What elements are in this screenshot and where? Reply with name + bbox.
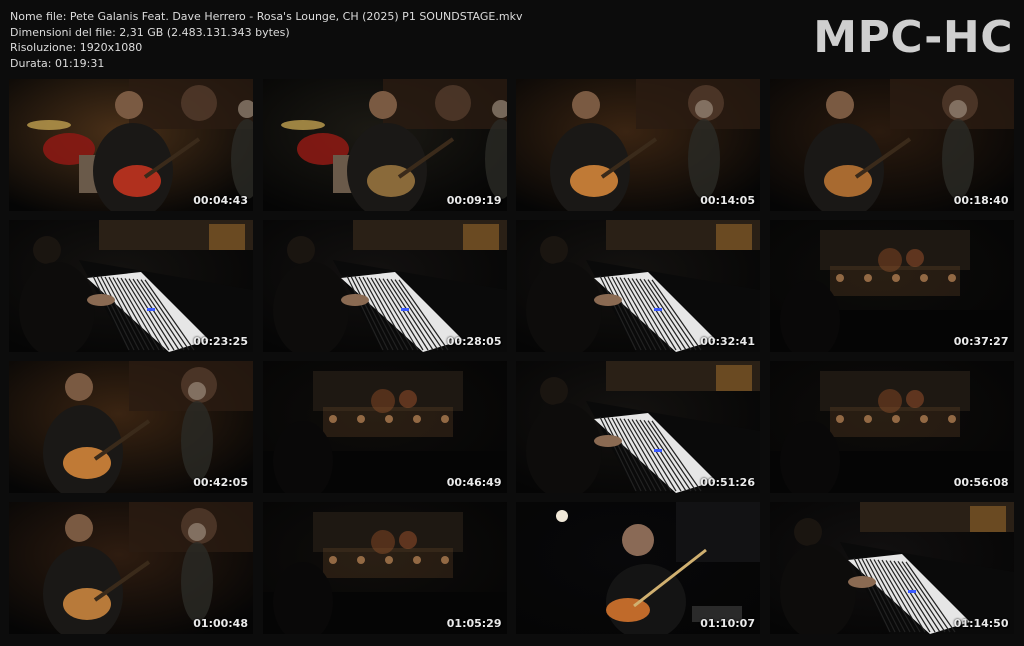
thumbnail-image: [516, 502, 760, 634]
thumbnail-timestamp: 01:10:07: [700, 617, 755, 630]
thumbnail-frame: 00:32:41: [516, 220, 760, 352]
thumbnail-frame: 00:23:25: [9, 220, 253, 352]
thumbnail-timestamp: 00:37:27: [953, 335, 1009, 348]
thumbnail-timestamp: 00:04:43: [193, 194, 248, 207]
thumbnail-frame: 00:51:26: [516, 361, 760, 493]
thumbnail-frame: 00:37:27: [769, 220, 1014, 352]
thumbnail-frame: 01:00:48: [9, 502, 253, 634]
thumbnail-timestamp: 00:18:40: [953, 194, 1009, 207]
thumbnail-frame: 01:14:50: [769, 502, 1014, 634]
thumbnail-frame: 00:04:43: [9, 79, 253, 211]
thumbnail-frame: 00:14:05: [516, 79, 760, 211]
thumbnail-timestamp: 01:14:50: [953, 617, 1009, 630]
thumbnail-image: [516, 79, 760, 211]
thumbnail-image: [262, 79, 507, 211]
thumbnail-frame: 01:05:29: [262, 502, 507, 634]
file-name-text: Nome file: Pete Galanis Feat. Dave Herre…: [10, 10, 523, 23]
thumbnail-image: [262, 220, 507, 352]
duration-text: Durata: 01:19:31: [10, 56, 105, 70]
thumbnail-timestamp: 00:51:26: [700, 476, 755, 489]
thumbnail-frame: 00:18:40: [769, 79, 1014, 211]
thumbnail-frame: 00:42:05: [9, 361, 253, 493]
thumbnail-image: [769, 361, 1014, 493]
thumbnail-timestamp: 00:46:49: [446, 476, 502, 489]
thumbnail-timestamp: 00:28:05: [446, 335, 502, 348]
thumbnail-image: [516, 361, 760, 493]
thumbnail-timestamp: 00:23:25: [193, 335, 248, 348]
thumbnail-frame: 01:10:07: [516, 502, 760, 634]
file-info-panel: Nome file: Pete Galanis Feat. Dave Herre…: [10, 9, 522, 71]
thumbnail-frame: 00:46:49: [262, 361, 507, 493]
thumbnail-image: [769, 79, 1014, 211]
mpc-hc-logo: MPC-HC: [813, 12, 1013, 63]
thumbnail-timestamp: 01:00:48: [193, 617, 248, 630]
thumbnail-image: [9, 502, 253, 634]
thumbnail-timestamp: 00:32:41: [700, 335, 755, 348]
thumbnail-image: [262, 502, 507, 634]
thumbnail-image: [9, 361, 253, 493]
thumbnail-image: [262, 361, 507, 493]
thumbnail-timestamp: 00:14:05: [700, 194, 755, 207]
thumbnail-frame: 00:09:19: [262, 79, 507, 211]
thumbnail-image: [9, 220, 253, 352]
thumbnail-image: [9, 79, 253, 211]
thumbnail-grid: 00:04:43 00:09:19 00:14:05 00:18:40 00:23:25…: [9, 79, 1015, 645]
thumbnail-frame: 00:56:08: [769, 361, 1014, 493]
resolution-text: Risoluzione: 1920x1080: [10, 41, 143, 54]
thumbnail-timestamp: 00:42:05: [193, 476, 248, 489]
file-size-text: Dimensioni del file: 2,31 GB (2.483.131.…: [10, 25, 290, 39]
thumbnail-image: [769, 220, 1014, 352]
thumbnail-timestamp: 00:56:08: [953, 476, 1009, 489]
thumbnail-timestamp: 00:09:19: [446, 194, 502, 207]
thumbnail-image: [769, 502, 1014, 634]
thumbnail-timestamp: 01:05:29: [446, 617, 502, 630]
thumbnail-image: [516, 220, 760, 352]
thumbnail-frame: 00:28:05: [262, 220, 507, 352]
